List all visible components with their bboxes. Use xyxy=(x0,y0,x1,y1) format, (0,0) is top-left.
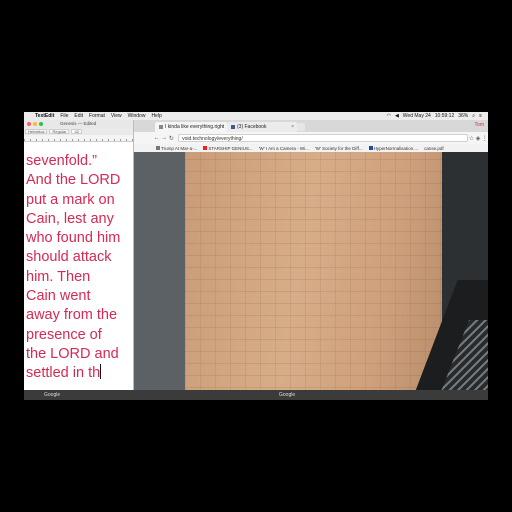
text-line: settled in th xyxy=(26,365,101,382)
zoom-window-button[interactable] xyxy=(39,122,43,126)
text-line: Cain, lest any xyxy=(26,210,114,227)
web-content[interactable] xyxy=(125,152,488,400)
text-line: Cain went xyxy=(26,288,91,305)
browser-window: I kinda like everything.right × (3) Face… xyxy=(125,120,488,400)
text-cursor xyxy=(100,364,102,380)
address-bar[interactable]: void.technology/everything/ xyxy=(178,134,469,142)
menubar-time[interactable]: 10:59:12 xyxy=(433,112,456,120)
bookmark-item[interactable]: HyperNormalisation.... xyxy=(366,146,422,151)
textedit-window: Genesis — Edited Helvetica Regular 42 se… xyxy=(24,120,134,390)
text-line: put a mark on xyxy=(26,191,115,208)
mac-menubar: TextEdit File Edit Format View Window He… xyxy=(24,112,488,120)
menu-app-name[interactable]: TextEdit xyxy=(32,112,57,120)
menu-window[interactable]: Window xyxy=(125,112,149,120)
bookmark-label: canse.pdf xyxy=(424,145,444,151)
menubar-date[interactable]: Wed May 24 xyxy=(401,112,433,120)
document-title: Genesis — Edited xyxy=(60,121,97,126)
browser-toolbar: ← → ↻ void.technology/everything/ ☆ ◈ ⋮ xyxy=(125,132,488,144)
page-icon xyxy=(368,146,373,150)
text-line: who found him xyxy=(26,230,121,247)
bookmark-item[interactable]: canse.pdf xyxy=(421,146,447,151)
menu-edit[interactable]: Edit xyxy=(71,112,86,120)
menu-view[interactable]: View xyxy=(108,112,125,120)
bookmark-item[interactable]: 'W' Society for the Diff... xyxy=(312,146,366,151)
extension-icon[interactable]: ◈ xyxy=(475,135,482,142)
font-family-select[interactable]: Helvetica xyxy=(25,129,48,134)
dock-label-right[interactable]: Google xyxy=(279,390,295,400)
text-line: sevenfold.” xyxy=(26,153,97,169)
document-body[interactable]: sevenfold.” And the LORD put a mark on C… xyxy=(26,152,131,384)
text-line-last: settled in th xyxy=(26,364,131,383)
new-tab-button[interactable] xyxy=(297,123,305,131)
menu-file[interactable]: File xyxy=(57,112,71,120)
bookmark-label: 'W' Society for the Diff... xyxy=(314,145,363,151)
text-line: the LORD and xyxy=(26,345,119,362)
bottom-bar: Google Google xyxy=(24,390,488,400)
menubar-status-area: ◠ ◀ Wed May 24 10:59:12 36% ⌕ ≡ xyxy=(385,112,488,120)
wall-photo xyxy=(185,152,442,400)
tab-strip: I kinda like everything.right × (3) Face… xyxy=(125,120,488,132)
facebook-icon xyxy=(231,124,235,129)
menu-help[interactable]: Help xyxy=(148,112,164,120)
text-line: And the LORD xyxy=(26,172,121,189)
bookmark-label: 'W' I Am a Camera - Wi... xyxy=(258,145,309,151)
dock-label-left[interactable]: Google xyxy=(44,390,60,400)
page-icon xyxy=(159,124,163,129)
window-controls xyxy=(27,122,45,126)
close-icon[interactable]: × xyxy=(221,122,224,132)
text-line: should attack xyxy=(26,249,112,266)
tab-label: (3) Facebook xyxy=(237,124,267,130)
bookmark-item[interactable]: 'W' I Am a Camera - Wi... xyxy=(256,146,312,151)
tab-everything[interactable]: I kinda like everything.right × xyxy=(155,122,227,132)
reload-icon[interactable]: ↻ xyxy=(168,135,175,142)
text-line: him. Then xyxy=(26,268,91,285)
spotlight-icon[interactable]: ⌕ xyxy=(470,112,477,120)
ruler[interactable] xyxy=(24,135,133,142)
close-window-button[interactable] xyxy=(27,122,31,126)
youtube-icon xyxy=(203,146,208,150)
tab-label: I kinda like everything.right xyxy=(165,124,225,130)
font-size-select[interactable]: 42 xyxy=(71,129,82,134)
bookmark-item[interactable]: Trump At Mar-a-... xyxy=(153,146,200,151)
bookmark-label: HyperNormalisation.... xyxy=(373,145,419,151)
close-icon[interactable]: × xyxy=(291,122,294,132)
format-toolbar: Helvetica Regular 42 xyxy=(24,128,133,135)
page-icon xyxy=(156,146,160,150)
desktop-screen: TextEdit File Edit Format View Window He… xyxy=(24,112,488,400)
font-style-select[interactable]: Regular xyxy=(49,129,70,134)
notification-icon[interactable]: ≡ xyxy=(477,112,484,120)
volume-icon[interactable]: ◀ xyxy=(393,112,401,120)
bookmark-label: Trump At Mar-a-... xyxy=(161,145,198,151)
menu-format[interactable]: Format xyxy=(86,112,108,120)
profile-button[interactable]: Tom xyxy=(475,122,484,128)
minimize-window-button[interactable] xyxy=(33,122,37,126)
star-icon[interactable]: ☆ xyxy=(468,135,475,142)
bookmark-label: STARSHIP GENIUS... xyxy=(208,145,253,151)
text-line: presence of xyxy=(26,326,102,343)
forward-icon[interactable]: → xyxy=(160,135,167,141)
textedit-titlebar[interactable]: Genesis — Edited xyxy=(24,120,133,128)
menu-icon[interactable]: ⋮ xyxy=(481,135,488,142)
back-icon[interactable]: ← xyxy=(153,135,160,141)
wifi-icon[interactable]: ◠ xyxy=(385,112,393,120)
bookmark-item[interactable]: STARSHIP GENIUS... xyxy=(200,146,255,151)
text-line: away from the xyxy=(26,307,118,324)
battery-percent[interactable]: 36% xyxy=(456,112,470,120)
tab-facebook[interactable]: (3) Facebook × xyxy=(227,122,297,132)
